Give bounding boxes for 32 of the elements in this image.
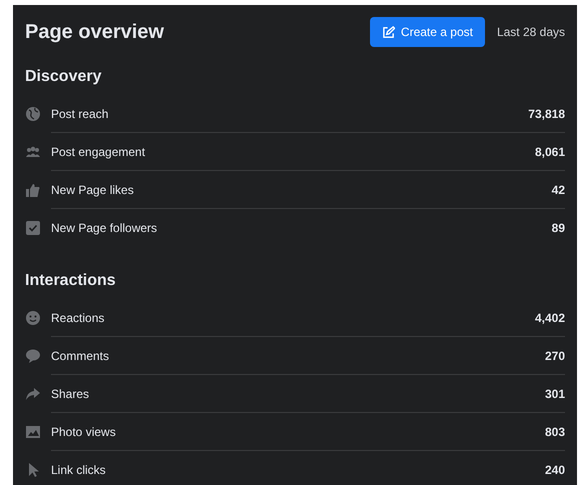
create-post-button[interactable]: Create a post [370, 17, 485, 47]
section-heading: Interactions [25, 271, 117, 291]
metric-label: New Page followers [51, 220, 158, 237]
metric-value: 270 [544, 348, 565, 364]
photo-icon [25, 424, 41, 440]
smiley-icon [25, 310, 41, 326]
section-heading: Discovery [25, 67, 102, 87]
share-arrow-icon [25, 386, 41, 402]
metric-label: Shares [51, 386, 90, 402]
metric-label: New Page likes [51, 182, 134, 198]
people-icon [25, 144, 41, 160]
metric-label: Photo views [51, 424, 116, 440]
globe-icon [25, 106, 41, 122]
metric-value: 89 [552, 220, 565, 237]
metric-label: Post reach [51, 106, 108, 122]
date-range[interactable]: Last 28 days [496, 23, 565, 41]
metric-label: Post engagement [51, 144, 146, 160]
metric-value: 42 [552, 182, 565, 198]
metric-value: 301 [544, 386, 565, 402]
metric-value: 240 [544, 462, 565, 479]
metric-value: 4,402 [534, 310, 565, 326]
metric-label: Comments [51, 348, 110, 364]
edit-icon [382, 26, 395, 38]
speech-bubble-icon [25, 348, 41, 364]
metric-value: 8,061 [534, 144, 565, 160]
metric-value: 803 [544, 424, 565, 440]
page-title: Page overview [25, 20, 165, 45]
check-square-icon [25, 220, 41, 236]
thumbs-up-icon [25, 182, 41, 198]
metric-label: Reactions [51, 310, 104, 326]
metric-value: 73,818 [528, 106, 565, 122]
metric-label: Link clicks [51, 462, 106, 479]
